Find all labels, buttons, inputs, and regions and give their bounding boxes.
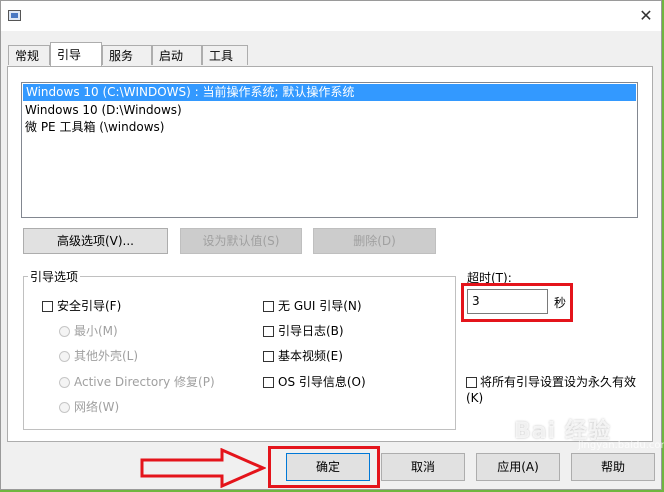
tab-general[interactable]: 常规 [8, 45, 50, 65]
checkbox-icon [263, 301, 274, 312]
boot-options-title: 引导选项 [28, 268, 81, 285]
boot-entry[interactable]: Windows 10 (C:\WINDOWS) : 当前操作系统; 默认操作系统 [23, 84, 636, 101]
radio-icon [59, 377, 70, 388]
boot-log-label: 引导日志(B) [278, 324, 344, 338]
close-icon[interactable]: ✕ [631, 5, 661, 27]
network-radio[interactable]: 网络(W) [59, 399, 119, 415]
alternate-shell-label: 其他外壳(L) [74, 349, 139, 363]
tab-tools[interactable]: 工具 [202, 45, 248, 65]
advanced-options-button[interactable]: 高级选项(V)... [23, 228, 168, 254]
radio-icon [59, 351, 70, 362]
title-bar: ✕ [1, 1, 661, 31]
timeout-highlight-box [461, 283, 573, 322]
alternate-shell-radio[interactable]: 其他外壳(L) [59, 348, 138, 364]
set-default-button[interactable]: 设为默认值(S) [180, 228, 302, 254]
msconfig-app-icon [8, 10, 21, 21]
red-arrow-icon [140, 448, 266, 488]
network-label: 网络(W) [74, 400, 120, 414]
base-video-label: 基本视频(E) [278, 349, 343, 363]
checkbox-icon [42, 301, 53, 312]
boot-log-checkbox[interactable]: 引导日志(B) [263, 323, 344, 339]
help-button[interactable]: 帮助 [571, 453, 655, 481]
base-video-checkbox[interactable]: 基本视频(E) [263, 348, 343, 364]
make-permanent-label: 将所有引导设置设为永久有效(K) [466, 375, 637, 405]
tab-startup[interactable]: 启动 [152, 45, 202, 65]
apply-button[interactable]: 应用(A) [476, 453, 560, 481]
safe-boot-label: 安全引导(F) [57, 299, 122, 313]
baidu-watermark-url: jingyan.baidu.com [578, 440, 664, 451]
radio-icon [59, 402, 70, 413]
ok-highlight-box [268, 446, 380, 488]
no-gui-boot-checkbox[interactable]: 无 GUI 引导(N) [263, 298, 362, 314]
minimal-label: 最小(M) [74, 324, 118, 338]
radio-icon [59, 326, 70, 337]
checkbox-icon [263, 326, 274, 337]
boot-entry[interactable]: Windows 10 (D:\Windows) [22, 102, 637, 119]
checkbox-icon [263, 377, 274, 388]
os-boot-info-label: OS 引导信息(O) [278, 375, 366, 389]
checkbox-icon [263, 351, 274, 362]
delete-button[interactable]: 删除(D) [313, 228, 436, 254]
active-directory-label: Active Directory 修复(P) [74, 375, 215, 389]
checkbox-icon [466, 377, 477, 388]
os-boot-info-checkbox[interactable]: OS 引导信息(O) [263, 374, 366, 390]
tab-boot[interactable]: 引导 [50, 42, 102, 66]
tab-services[interactable]: 服务 [102, 45, 152, 65]
safe-boot-checkbox[interactable]: 安全引导(F) [42, 298, 121, 314]
active-directory-repair-radio[interactable]: Active Directory 修复(P) [59, 374, 215, 390]
boot-entry-list[interactable]: Windows 10 (C:\WINDOWS) : 当前操作系统; 默认操作系统… [21, 82, 638, 218]
no-gui-label: 无 GUI 引导(N) [278, 299, 362, 313]
make-permanent-checkbox[interactable]: 将所有引导设置设为永久有效(K) [466, 374, 646, 406]
cancel-button[interactable]: 取消 [381, 453, 465, 481]
boot-entry[interactable]: 微 PE 工具箱 (\windows) [22, 119, 637, 136]
minimal-radio[interactable]: 最小(M) [59, 323, 118, 339]
